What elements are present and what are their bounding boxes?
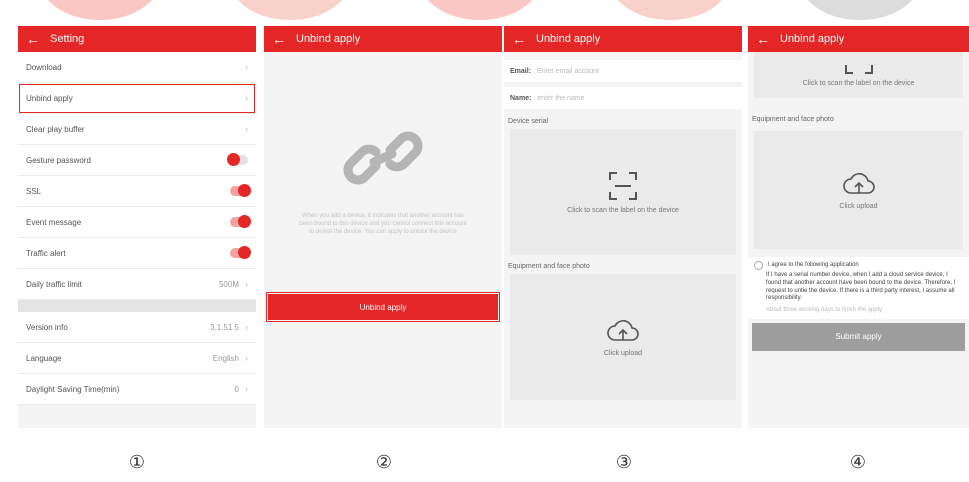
step-number-1: ① [128, 452, 146, 472]
step-number-3: ③ [615, 452, 633, 472]
settings-item-label: Version info [26, 322, 68, 332]
photo-section-label: Equipment and face photo [508, 263, 590, 270]
chevron-right-icon: › [245, 62, 248, 72]
chevron-right-icon: › [245, 384, 248, 394]
back-arrow-icon[interactable]: ← [26, 32, 40, 46]
screen-title: Unbind apply [780, 33, 845, 45]
settings-item[interactable]: SSL [18, 176, 256, 207]
name-field[interactable]: Name: enter the name [504, 87, 742, 109]
settings-item-label: Traffic alert [26, 248, 66, 258]
toggle-knob [238, 246, 251, 259]
step-number-4: ④ [849, 452, 867, 472]
device-serial-label: Device serial [508, 118, 549, 125]
scan-icon [609, 171, 637, 200]
email-label: Email: [510, 67, 532, 75]
settings-item[interactable]: Traffic alert [18, 238, 256, 269]
settings-item[interactable]: Unbind apply › [18, 83, 256, 114]
chevron-right-icon: › [245, 124, 248, 134]
settings-item-label: Daily traffic limit [26, 279, 82, 289]
scan-text: Click to scan the label on the device [567, 206, 679, 214]
back-arrow-icon[interactable]: ← [512, 32, 526, 46]
settings-item-label: Download [26, 62, 62, 72]
settings-item[interactable]: Clear play buffer › [18, 114, 256, 145]
screen-title: Unbind apply [296, 33, 361, 45]
toggle-switch[interactable] [230, 215, 251, 228]
scan-icon [844, 65, 873, 74]
processing-note: About three working days to finish the a… [766, 307, 883, 314]
email-placeholder: Enter email account [537, 67, 599, 75]
email-field[interactable]: Email: Enter email account [504, 60, 742, 82]
scan-label-card[interactable]: Click to scan the label on the device [510, 129, 736, 255]
unbind-description: When you add a device, it indicates that… [299, 212, 467, 236]
app-bar: ← Unbind apply [748, 26, 969, 52]
agree-row[interactable]: I agree to the following application [754, 261, 963, 270]
chevron-right-icon: › [245, 279, 248, 289]
submit-apply-button[interactable]: Submit apply [752, 322, 965, 351]
upload-photo-card[interactable]: Click upload [510, 274, 736, 400]
toggle-knob [238, 184, 251, 197]
settings-item[interactable]: Language English › [18, 343, 256, 374]
chevron-right-icon: › [245, 93, 248, 103]
toggle-knob [227, 153, 240, 166]
settings-item[interactable]: Gesture password [18, 145, 256, 176]
scan-label-card[interactable]: Click to scan the label on the device [754, 52, 963, 98]
section-divider [18, 300, 256, 312]
settings-item-value: 0 [234, 384, 239, 394]
app-bar: ← Unbind apply [264, 26, 502, 52]
settings-item[interactable]: Daylight Saving Time(min) 0 › [18, 374, 256, 405]
agreement-block: I agree to the following application If … [748, 257, 969, 319]
link-icon [343, 131, 423, 185]
toggle-switch[interactable] [230, 184, 251, 197]
cloud-upload-icon [607, 319, 639, 341]
agreement-text: If I have a serial number device, when I… [766, 272, 956, 302]
screen-unbind-form: ← Unbind apply Email: Enter email accoun… [504, 26, 742, 428]
unbind-apply-button[interactable]: Unbind apply [268, 294, 498, 320]
settings-list-secondary: Version info 3.1.51.5 › Language English › Day… [18, 312, 256, 405]
screen-title: Setting [50, 33, 85, 45]
toggle-switch[interactable] [230, 246, 251, 259]
settings-item-label: SSL [26, 186, 42, 196]
step-number-2: ② [375, 452, 393, 472]
app-bar: ← Setting [18, 26, 256, 52]
settings-item-value: 500M [218, 279, 239, 289]
chevron-right-icon: › [245, 353, 248, 363]
agree-radio[interactable] [754, 261, 763, 270]
settings-item[interactable]: Download › [18, 52, 256, 83]
chevron-right-icon: › [245, 322, 248, 332]
screen-settings: ← Setting Download › Unbind apply › Clear pl… [18, 26, 256, 428]
settings-item-label: Event message [26, 217, 82, 227]
toggle-switch[interactable] [227, 153, 248, 166]
settings-list: Download › Unbind apply › Clear play buffer ›… [18, 52, 256, 300]
screen-unbind-submit: ← Unbind apply Click to scan the label o… [748, 26, 969, 428]
screen-unbind-intro: ← Unbind apply When you add a device, it… [264, 26, 502, 428]
header-decoration [0, 0, 969, 24]
settings-item-label: Clear play buffer [26, 124, 85, 134]
settings-item-label: Unbind apply [26, 93, 73, 103]
toggle-knob [238, 215, 251, 228]
upload-text: Click upload [603, 349, 643, 357]
upload-photo-card[interactable]: Click upload [754, 131, 963, 249]
screen-title: Unbind apply [536, 33, 601, 45]
scan-text: Click to scan the label on the device [802, 80, 915, 87]
settings-item[interactable]: Version info 3.1.51.5 › [18, 312, 256, 343]
settings-item-label: Daylight Saving Time(min) [26, 384, 120, 394]
unbind-apply-highlight: Unbind apply [266, 292, 500, 322]
photo-section-label: Equipment and face photo [752, 116, 834, 123]
name-label: Name: [510, 94, 532, 102]
settings-item[interactable]: Event message [18, 207, 256, 238]
back-arrow-icon[interactable]: ← [756, 32, 770, 46]
settings-item[interactable]: Daily traffic limit 500M › [18, 269, 256, 300]
back-arrow-icon[interactable]: ← [272, 32, 286, 46]
name-placeholder: enter the name [537, 94, 585, 102]
settings-item-value: English [212, 353, 239, 363]
agree-label: I agree to the following application [768, 261, 859, 268]
settings-item-label: Language [26, 353, 62, 363]
settings-item-value: 3.1.51.5 [210, 322, 239, 332]
upload-text: Click upload [839, 202, 878, 210]
cloud-upload-icon [842, 172, 875, 194]
app-bar: ← Unbind apply [504, 26, 742, 52]
intro-panel: When you add a device, it indicates that… [264, 52, 502, 282]
settings-item-label: Gesture password [26, 155, 91, 165]
